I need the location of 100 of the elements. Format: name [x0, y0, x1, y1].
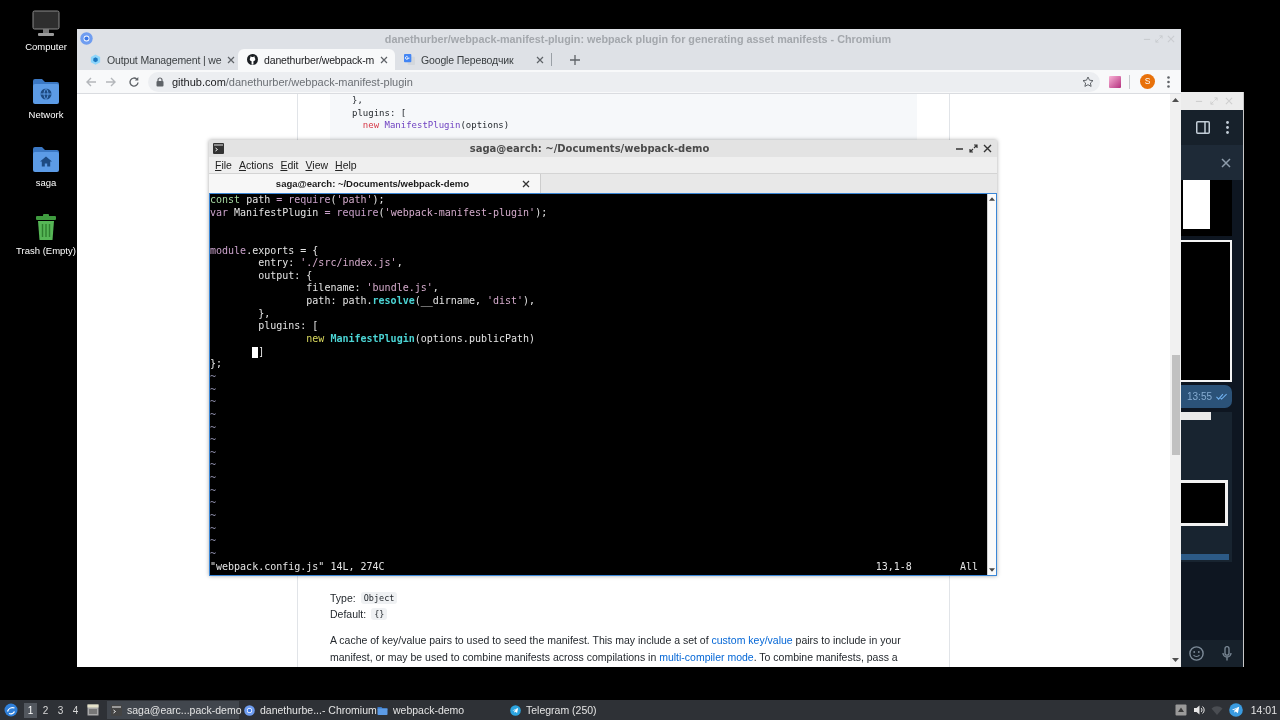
menu-item[interactable]: File — [215, 158, 232, 172]
chromium-icon — [244, 704, 255, 716]
address-bar[interactable]: github.com/danethurber/webpack-manifest-plugin — [148, 71, 1100, 92]
empty-line-marker: ~ — [210, 446, 217, 460]
workspace-button[interactable]: 2 — [39, 702, 52, 718]
empty-line-marker: ~ — [210, 370, 217, 384]
more-menu-icon[interactable] — [1226, 121, 1229, 134]
desktop-shortcut[interactable]: Trash (Empty) — [16, 204, 76, 272]
home-folder-icon — [32, 146, 60, 172]
monitor-icon — [32, 10, 60, 36]
window-title: danethurber/webpack-manifest-plugin: webpack plugin for generating asset manifests - Chromium — [383, 32, 893, 45]
code-line: path: path.resolve(__dirname, 'dist'), — [305, 295, 536, 308]
terminal-icon — [111, 704, 122, 716]
desktop-shortcut[interactable]: Network — [28, 68, 64, 136]
scroll-position: All — [959, 560, 978, 574]
code-line: filename: 'bundle.js', — [305, 282, 439, 296]
up-arrow-icon[interactable] — [989, 197, 995, 201]
volume-icon[interactable] — [1192, 704, 1205, 716]
image-placeholder[interactable] — [1181, 412, 1232, 562]
cube-icon — [90, 54, 101, 65]
link[interactable]: custom key/value — [711, 633, 793, 646]
field-value: {} — [371, 608, 388, 620]
browser-tab[interactable]: danethurber/webpack-m — [238, 49, 395, 70]
reload-icon[interactable] — [128, 75, 140, 88]
translate-icon — [404, 54, 415, 65]
smiley-icon[interactable] — [1189, 646, 1204, 661]
cat-logo-icon — [247, 54, 258, 65]
code-line: module.exports = { — [210, 244, 319, 258]
paper-plane-icon[interactable] — [1228, 703, 1243, 717]
empty-line-marker: ~ — [210, 472, 217, 485]
code-text: ] — [258, 345, 265, 357]
window-icon[interactable] — [87, 704, 99, 716]
empty-line-marker: ~ — [210, 408, 217, 422]
workspace-button[interactable]: 4 — [69, 702, 82, 718]
menu-item[interactable]: Help — [335, 158, 357, 172]
maximize-icon[interactable] — [969, 144, 978, 153]
scrollbar[interactable] — [1170, 94, 1181, 667]
field-label: Type: — [330, 592, 356, 604]
menu-item[interactable]: View — [305, 158, 329, 172]
folder-icon — [377, 704, 388, 716]
workspace-button[interactable]: 3 — [54, 702, 67, 718]
browser-tab[interactable]: Output Management | we — [81, 49, 238, 70]
empty-line-marker: ~ — [210, 396, 217, 409]
code-line: new ManifestPlugin(options.publicPath) — [305, 333, 536, 346]
close-icon[interactable] — [380, 55, 389, 64]
scrollbar[interactable] — [987, 194, 996, 575]
empty-line-marker: ~ — [210, 421, 217, 435]
code-line: }; — [210, 358, 223, 371]
down-arrow-icon[interactable] — [1172, 658, 1179, 662]
scrollbar-thumb[interactable] — [1171, 355, 1180, 455]
code-line: plugins: [ — [257, 320, 319, 334]
terminal-icon — [213, 143, 224, 154]
image-placeholder[interactable] — [1181, 180, 1232, 236]
code-line: new ManifestPlugin(options) — [361, 119, 510, 132]
empty-line-marker: ~ — [210, 459, 217, 473]
empty-line-marker: ~ — [210, 383, 217, 397]
desktop-shortcut[interactable]: Computer — [25, 0, 67, 68]
empty-line-marker: ~ — [210, 434, 217, 447]
close-icon[interactable] — [983, 144, 992, 153]
close-icon[interactable] — [522, 179, 530, 188]
extension-icon[interactable] — [1109, 75, 1121, 88]
close-icon[interactable] — [1221, 157, 1231, 168]
microphone-icon[interactable] — [1222, 646, 1232, 661]
empty-line-marker: ~ — [210, 484, 217, 498]
empty-line-marker: ~ — [210, 510, 217, 523]
empty-line-marker: ~ — [210, 522, 217, 536]
workspace-button[interactable]: 1 — [24, 702, 37, 718]
arrow-up-box-icon[interactable] — [1174, 704, 1187, 716]
browser-tab[interactable]: Google Переводчик — [395, 49, 552, 70]
terminal-tab[interactable]: saga@earch: ~/Documents/webpack-demo — [209, 174, 541, 193]
menu-item[interactable]: Edit — [280, 158, 299, 172]
taskbar-button[interactable]: Telegram (250) — [506, 701, 638, 719]
description-text: A cache of key/value pairs to used to seed the manifest. This may include a set of custom key/value pairs to include in your manifest, or may be used to combine manifests across compilations in multi-compiler mode. To combine manifests, pass a — [330, 632, 902, 665]
empty-line-marker: ~ — [210, 535, 217, 548]
code-line: const path = require('path'); — [210, 194, 385, 207]
new-tab-icon[interactable] — [570, 55, 580, 65]
code-line: }, — [257, 307, 271, 321]
status-message: "webpack.config.js" 14L, 274C — [210, 560, 386, 574]
taskbar-button[interactable]: saga@earc...pack-demo — [107, 701, 239, 719]
image-placeholder[interactable] — [1181, 240, 1232, 382]
menu-item[interactable]: Actions — [238, 158, 274, 172]
paper-plane-icon — [510, 704, 521, 716]
empty-line-marker: ~ — [210, 497, 217, 510]
globe-folder-icon — [32, 78, 60, 104]
code-line: plugins: [ — [352, 106, 407, 119]
code-line: output: { — [257, 269, 313, 283]
sidebar-toggle-icon[interactable] — [1196, 121, 1210, 134]
start-menu-icon[interactable] — [4, 703, 18, 717]
more-menu-icon[interactable] — [1167, 75, 1170, 88]
desktop-shortcut[interactable]: saga — [32, 136, 60, 204]
message-time: 13:55 — [1187, 390, 1213, 403]
empty-line-marker: ~ — [210, 547, 217, 561]
up-arrow-icon[interactable] — [1172, 98, 1179, 102]
star-icon[interactable] — [1082, 75, 1094, 88]
chromium-icon — [80, 32, 93, 45]
down-arrow-icon[interactable] — [989, 568, 995, 572]
link[interactable]: multi-compiler mode — [659, 650, 754, 663]
lock-icon — [156, 76, 164, 87]
window-title: saga@earch: ~/Documents/webpack-demo — [468, 143, 711, 154]
field-label: Default: — [330, 608, 367, 620]
